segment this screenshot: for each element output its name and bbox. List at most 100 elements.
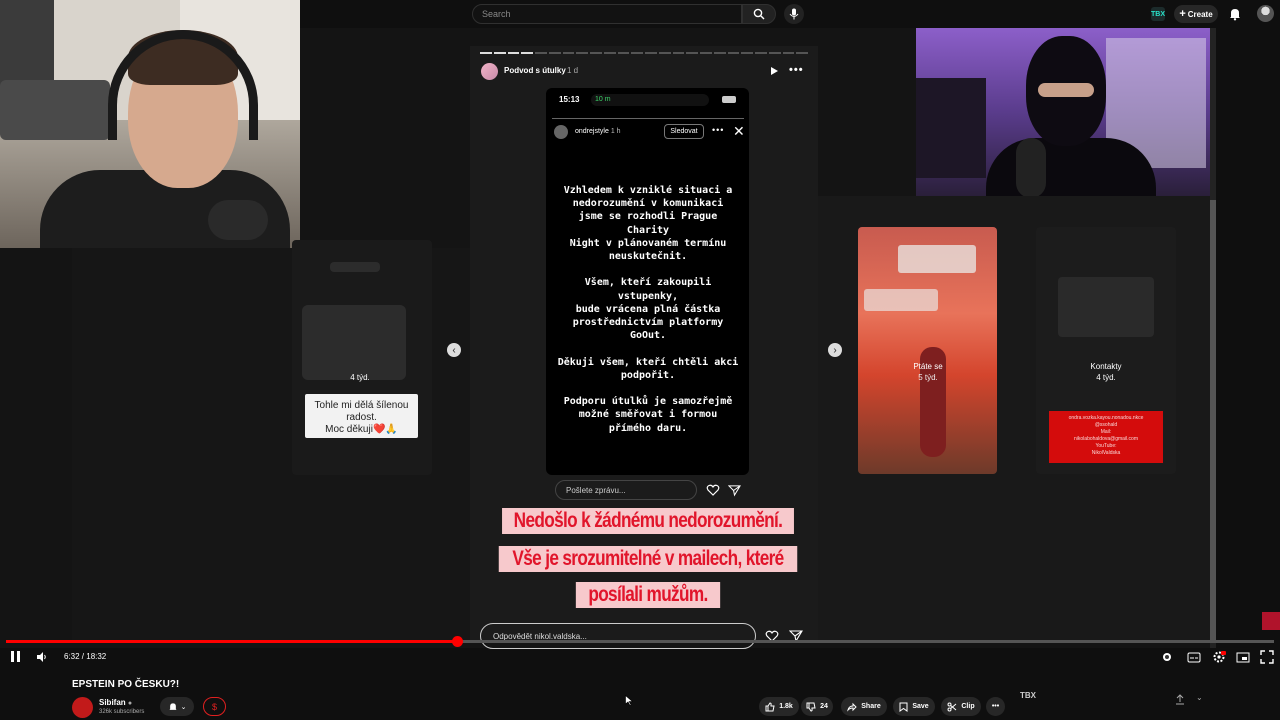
story-progress-segment (521, 52, 533, 54)
story-progress-segment (796, 52, 808, 54)
caption-line-3: posílali mužům. (575, 582, 721, 608)
account-avatar[interactable] (1257, 5, 1274, 22)
plus-icon: + (1179, 8, 1186, 20)
scrollbar-thumb[interactable] (1210, 200, 1216, 640)
volume-icon[interactable] (36, 651, 48, 663)
seek-handle[interactable] (452, 636, 463, 647)
story-next-button[interactable]: › (828, 343, 842, 357)
inner-close-icon: ✕ (733, 123, 745, 139)
story-progress-segment (603, 52, 616, 54)
story-progress-segment (590, 52, 602, 54)
story-progress-segment (741, 52, 753, 54)
inner-more-icon: ••• (712, 125, 725, 135)
channel-name[interactable]: Sibifan ● (99, 698, 132, 707)
search-button[interactable] (742, 4, 776, 24)
autoplay-toggle-icon[interactable] (1160, 650, 1174, 664)
sidebar-extension-logo: TBX (1020, 691, 1036, 700)
bell-icon (168, 702, 177, 710)
caption-line-1: Nedošlo k žádnému nedorozumění. (502, 508, 794, 534)
story-prev-button[interactable]: ‹ (447, 343, 461, 357)
save-button[interactable]: Save (893, 697, 935, 716)
share-label: Share (861, 703, 881, 710)
story-progress-segment (755, 52, 767, 54)
battery-icon (722, 96, 736, 103)
webcam-overlay-left (0, 0, 300, 248)
side-story-highlight-ptate-se[interactable] (858, 227, 997, 474)
scissors-icon (947, 702, 957, 711)
like-button[interactable]: 1.8k (759, 697, 799, 716)
story-progress-segment (768, 52, 781, 54)
channel-watermark[interactable] (1262, 612, 1280, 630)
story-progress-segment (617, 52, 630, 54)
dislike-button[interactable]: 24 (801, 697, 833, 716)
story-play-icon[interactable] (769, 66, 779, 76)
clip-label: Clip (961, 703, 975, 710)
extension-icon[interactable]: TBX (1151, 7, 1165, 21)
side-story-right-age: 4 týd. (1096, 373, 1116, 382)
side-story-mid-age: 5 týd. (918, 373, 938, 382)
subscribed-bell-button[interactable]: ⌄ (160, 697, 194, 716)
pause-button[interactable] (11, 651, 21, 662)
story-avatar[interactable] (481, 63, 498, 80)
dollar-icon: $ (211, 701, 217, 712)
inner-follow-button: Sledovat (664, 124, 704, 139)
story-progress-segment (782, 52, 795, 54)
inner-story-account: ondrejstyle 1 h (575, 128, 621, 135)
story-reply-field[interactable]: Odpovědět nikol.valdska... (480, 623, 756, 649)
inner-send-icon (728, 485, 741, 497)
phone-call-pill: 10 m (591, 94, 709, 106)
subtitles-icon[interactable] (1187, 650, 1201, 664)
story-more-icon[interactable]: ••• (789, 64, 804, 76)
story-progress-segment (672, 52, 685, 54)
story-progress-segment (645, 52, 657, 54)
side-story-left[interactable] (292, 240, 432, 475)
story-progress-segment (480, 52, 492, 54)
inner-story-avatar (554, 125, 568, 139)
search-icon (753, 8, 765, 20)
story-account-name[interactable]: Podvod s útulky (504, 66, 566, 75)
side-story-right-title: Kontakty (1090, 362, 1122, 371)
story-progress-segment (535, 52, 547, 54)
story-progress-segment (700, 52, 712, 54)
more-actions-button[interactable]: ••• (986, 697, 1005, 716)
caption-line-2: Vše je srozumitelné v mailech, které (498, 546, 798, 572)
webcam-overlay-right (916, 28, 1216, 196)
inner-reply-field: Pošlete zprávu... (555, 480, 697, 500)
video-title: EPSTEIN PO ČESKU?! (72, 679, 180, 690)
story-progress-segment (658, 52, 671, 54)
chevron-right-icon: › (833, 344, 837, 356)
upload-icon[interactable] (1174, 694, 1186, 706)
chevron-left-icon: ‹ (452, 344, 456, 356)
story-progress-bar (480, 52, 808, 54)
thumbs-up-icon (765, 701, 775, 711)
search-input[interactable]: Search (472, 4, 742, 24)
mouse-cursor (625, 695, 633, 706)
create-button[interactable]: + Create (1174, 5, 1218, 23)
inner-story-progress (552, 118, 744, 119)
notifications-bell-icon[interactable] (1228, 7, 1242, 21)
phone-clock: 15:13 (559, 95, 580, 104)
chevron-down-icon[interactable]: ⌄ (1196, 693, 1203, 702)
share-icon (847, 702, 857, 712)
channel-avatar[interactable] (72, 697, 93, 718)
story-progress-segment (507, 52, 520, 54)
clip-button[interactable]: Clip (941, 697, 981, 716)
create-label: Create (1187, 9, 1213, 19)
story-progress-segment (562, 52, 575, 54)
seek-bar-played (6, 640, 457, 643)
voice-search-button[interactable] (784, 4, 804, 24)
story-progress-segment (493, 52, 506, 54)
join-dollar-button[interactable]: $ (203, 697, 226, 716)
story-progress-segment (631, 52, 643, 54)
verified-icon: ● (127, 700, 133, 707)
settings-gear-icon[interactable] (1212, 650, 1226, 664)
side-story-mid-title: Ptáte se (913, 362, 943, 371)
share-button[interactable]: Share (841, 697, 887, 716)
subscriber-count: 326k subscribers (99, 709, 145, 715)
miniplayer-icon[interactable] (1236, 650, 1250, 664)
story-statement-text: Vzhledem k vzniklé situaci a nedorozuměn… (557, 185, 739, 434)
story-age: 1 d (567, 66, 579, 75)
fullscreen-icon[interactable] (1260, 650, 1274, 664)
side-story-right-contact-box: ondra.vozka.kayou.nonadou.nkce @ssohald … (1049, 411, 1163, 463)
inner-heart-icon (706, 484, 720, 496)
